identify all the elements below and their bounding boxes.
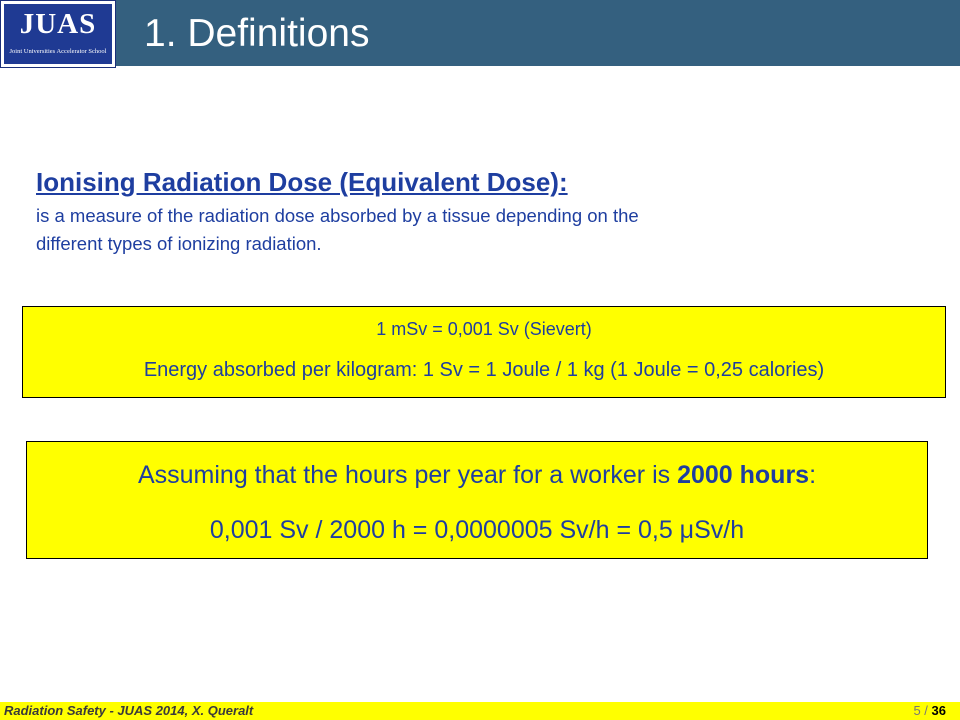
definition-section: Ionising Radiation Dose (Equivalent Dose… <box>36 166 936 258</box>
juas-logo: JUAS Joint Universities Accelerator Scho… <box>0 0 116 68</box>
hours-line-1-bold: 2000 hours <box>677 461 810 489</box>
footer-bar: Radiation Safety - JUAS 2014, X. Queralt… <box>0 702 960 720</box>
header-bar: JUAS Joint Universities Accelerator Scho… <box>0 0 960 68</box>
hours-line-1-suffix: : <box>809 461 817 489</box>
units-line-2: Energy absorbed per kilogram: 1 Sv = 1 J… <box>143 359 825 381</box>
hours-line-1-prefix: Assuming that the hours per year for a w… <box>137 461 678 489</box>
page-number: 5 / 36 <box>913 703 946 718</box>
hours-box: Assuming that the hours per year for a w… <box>26 441 928 559</box>
units-line-1: 1 mSv = 0,001 Sv (Sievert) <box>376 319 592 339</box>
definition-heading: Ionising Radiation Dose (Equivalent Dose… <box>36 167 568 197</box>
definition-line-2: different types of ionizing radiation. <box>36 233 322 254</box>
definition-body: is a measure of the radiation dose absor… <box>36 202 936 258</box>
logo-subtitle: Joint Universities Accelerator School <box>9 48 107 55</box>
definition-line-1: is a measure of the radiation dose absor… <box>36 205 639 226</box>
logo-background: JUAS Joint Universities Accelerator Scho… <box>4 4 112 64</box>
page-total: 36 <box>931 703 946 718</box>
logo-word: JUAS <box>19 8 97 40</box>
footer-text: Radiation Safety - JUAS 2014, X. Queralt <box>4 703 254 718</box>
page-current: 5 <box>913 703 921 718</box>
hours-line-1: Assuming that the hours per year for a w… <box>27 461 927 490</box>
page-separator: / <box>920 703 932 718</box>
units-box: 1 mSv = 0,001 Sv (Sievert) Energy absorb… <box>22 306 946 398</box>
slide-title: 1. Definitions <box>144 12 370 55</box>
hours-line-2: 0,001 Sv / 2000 h = 0,0000005 Sv/h = 0,5… <box>209 516 745 544</box>
